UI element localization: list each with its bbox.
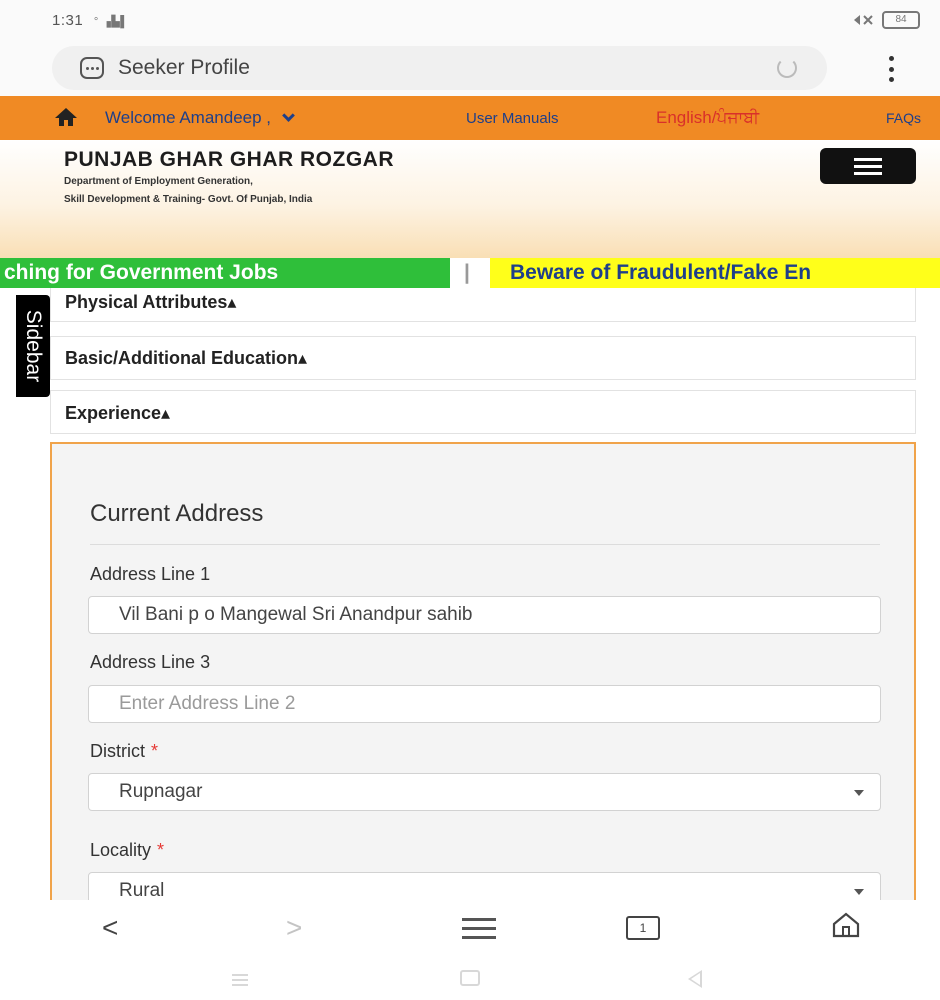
welcome-label: Welcome Amandeep , xyxy=(105,108,271,127)
faqs-link[interactable]: FAQs xyxy=(886,110,921,126)
back-button[interactable]: < xyxy=(102,912,118,944)
page-info-icon[interactable] xyxy=(80,57,104,79)
sidebar-toggle[interactable]: Sidebar xyxy=(16,295,50,397)
forward-button[interactable]: > xyxy=(286,912,302,944)
status-right: 84 xyxy=(852,11,920,29)
browser-menu-icon[interactable] xyxy=(888,56,894,82)
accordion-basic-education[interactable]: Basic/Additional Education▴ xyxy=(50,336,916,380)
welcome-dropdown[interactable]: Welcome Amandeep , xyxy=(105,108,295,128)
browser-url-bar: Seeker Profile xyxy=(0,40,940,96)
status-bar: 1:31 ° ▗▙▌ 84 xyxy=(0,0,940,40)
section-title: Current Address xyxy=(90,500,264,527)
address-line-1-label: Address Line 1 xyxy=(90,564,211,584)
clock: 1:31 xyxy=(52,12,84,29)
home-button-icon[interactable] xyxy=(832,912,860,938)
ticker-item-jobs[interactable]: ching for Government Jobs xyxy=(0,258,450,288)
mute-icon xyxy=(854,15,873,25)
current-address-panel: Current Address Address Line 1 Vil Bani … xyxy=(50,442,916,912)
district-label: District * xyxy=(90,741,158,762)
browser-bottom-toolbar: < > 1 xyxy=(0,900,940,956)
sidebar-label: Sidebar xyxy=(22,309,45,383)
address-bar[interactable]: Seeker Profile xyxy=(52,46,827,90)
address-line-1-input[interactable]: Vil Bani p o Mangewal Sri Anandpur sahib xyxy=(88,596,881,634)
signal-icon: ° ▗▙▌ xyxy=(93,16,129,28)
locality-label: Locality * xyxy=(90,840,164,861)
district-select[interactable]: Rupnagar xyxy=(88,773,881,811)
required-marker: * xyxy=(151,741,159,761)
site-brand[interactable]: PUNJAB GHAR GHAR ROZGAR xyxy=(64,148,394,172)
system-nav-bar xyxy=(0,956,940,1000)
recent-apps-icon[interactable] xyxy=(232,974,248,986)
home-icon[interactable] xyxy=(54,107,78,127)
divider xyxy=(90,544,880,545)
status-time: 1:31 ° ▗▙▌ xyxy=(52,12,129,29)
district-label-text: District xyxy=(90,741,145,761)
locality-label-text: Locality xyxy=(90,840,152,860)
browser-menu-button[interactable] xyxy=(462,918,496,939)
caret-down-icon xyxy=(854,790,864,796)
chevron-down-icon xyxy=(281,109,295,122)
news-ticker: ching for Government Jobs | Beware of Fr… xyxy=(0,258,940,288)
department-line-2: Skill Development & Training- Govt. Of P… xyxy=(64,194,313,205)
address-line-3-label: Address Line 3 xyxy=(90,652,211,672)
battery-icon: 84 xyxy=(882,11,920,29)
tabs-icon[interactable]: 1 xyxy=(626,916,660,940)
page-title: Seeker Profile xyxy=(118,56,250,79)
district-value: Rupnagar xyxy=(119,781,203,802)
caret-down-icon xyxy=(854,889,864,895)
reload-icon[interactable] xyxy=(777,58,797,78)
accordion-physical-attributes[interactable]: Physical Attributes▴ xyxy=(50,288,916,322)
hamburger-menu-icon[interactable] xyxy=(820,148,916,184)
required-marker: * xyxy=(157,840,165,860)
system-home-icon[interactable] xyxy=(460,970,480,986)
system-back-icon[interactable] xyxy=(688,970,702,988)
site-header: PUNJAB GHAR GHAR ROZGAR Department of Em… xyxy=(0,140,940,258)
accordion-label: Experience▴ xyxy=(65,403,171,423)
department-line-1: Department of Employment Generation, xyxy=(64,176,253,187)
accordion-experience[interactable]: Experience▴ xyxy=(50,390,916,434)
address-line-3-input[interactable]: Enter Address Line 2 xyxy=(88,685,881,723)
user-manuals-link[interactable]: User Manuals xyxy=(466,110,559,127)
accordion-label: Basic/Additional Education▴ xyxy=(65,348,308,368)
locality-value: Rural xyxy=(119,880,165,901)
ticker-item-fraud-warning[interactable]: Beware of Fraudulent/Fake En xyxy=(490,258,940,288)
language-toggle[interactable]: English/ਪੰਜਾਬੀ xyxy=(656,108,759,128)
top-nav: Welcome Amandeep , User Manuals English/… xyxy=(0,96,940,140)
accordion-label: Physical Attributes▴ xyxy=(65,292,237,312)
ticker-separator: | xyxy=(464,261,470,284)
